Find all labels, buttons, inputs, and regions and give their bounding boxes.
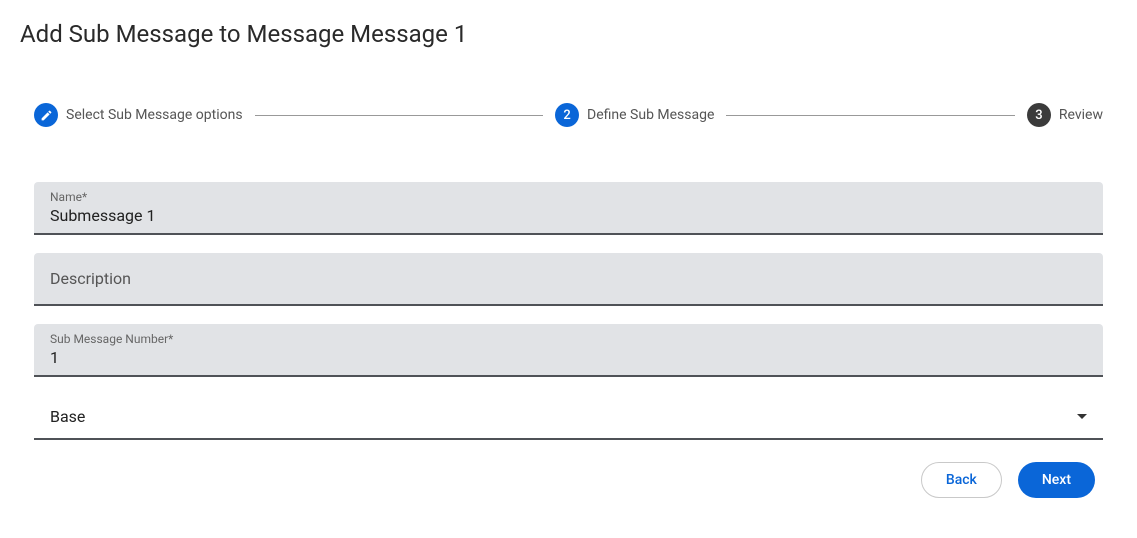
name-input[interactable] bbox=[50, 206, 1087, 225]
step-review[interactable]: 3 Review bbox=[1027, 103, 1103, 127]
next-button[interactable]: Next bbox=[1018, 462, 1095, 498]
page-title: Add Sub Message to Message Message 1 bbox=[20, 20, 1117, 48]
chevron-down-icon bbox=[1077, 414, 1087, 419]
step-define-sub-message[interactable]: 2 Define Sub Message bbox=[555, 103, 714, 127]
sub-message-number-field-wrapper[interactable]: Sub Message Number* bbox=[34, 324, 1103, 377]
step-select-options[interactable]: Select Sub Message options bbox=[34, 103, 243, 127]
wizard-stepper: Select Sub Message options 2 Define Sub … bbox=[20, 103, 1117, 127]
name-label: Name* bbox=[50, 190, 1087, 204]
pencil-icon bbox=[34, 103, 58, 127]
name-field-wrapper[interactable]: Name* bbox=[34, 182, 1103, 235]
description-field-wrapper[interactable] bbox=[34, 253, 1103, 306]
step-label: Define Sub Message bbox=[587, 107, 714, 123]
sub-message-number-label: Sub Message Number* bbox=[50, 332, 1087, 346]
step-connector bbox=[255, 115, 543, 116]
description-input[interactable] bbox=[50, 269, 1087, 288]
step-label: Select Sub Message options bbox=[66, 107, 243, 123]
type-select[interactable]: Base bbox=[34, 395, 1103, 440]
form: Name* Sub Message Number* Base bbox=[20, 182, 1117, 440]
back-button[interactable]: Back bbox=[921, 462, 1002, 498]
type-select-value: Base bbox=[50, 407, 85, 426]
sub-message-number-input[interactable] bbox=[50, 348, 1087, 367]
step-number-badge: 3 bbox=[1027, 103, 1051, 127]
step-connector bbox=[726, 115, 1014, 116]
step-label: Review bbox=[1059, 107, 1103, 123]
wizard-actions: Back Next bbox=[20, 462, 1117, 498]
step-number-badge: 2 bbox=[555, 103, 579, 127]
